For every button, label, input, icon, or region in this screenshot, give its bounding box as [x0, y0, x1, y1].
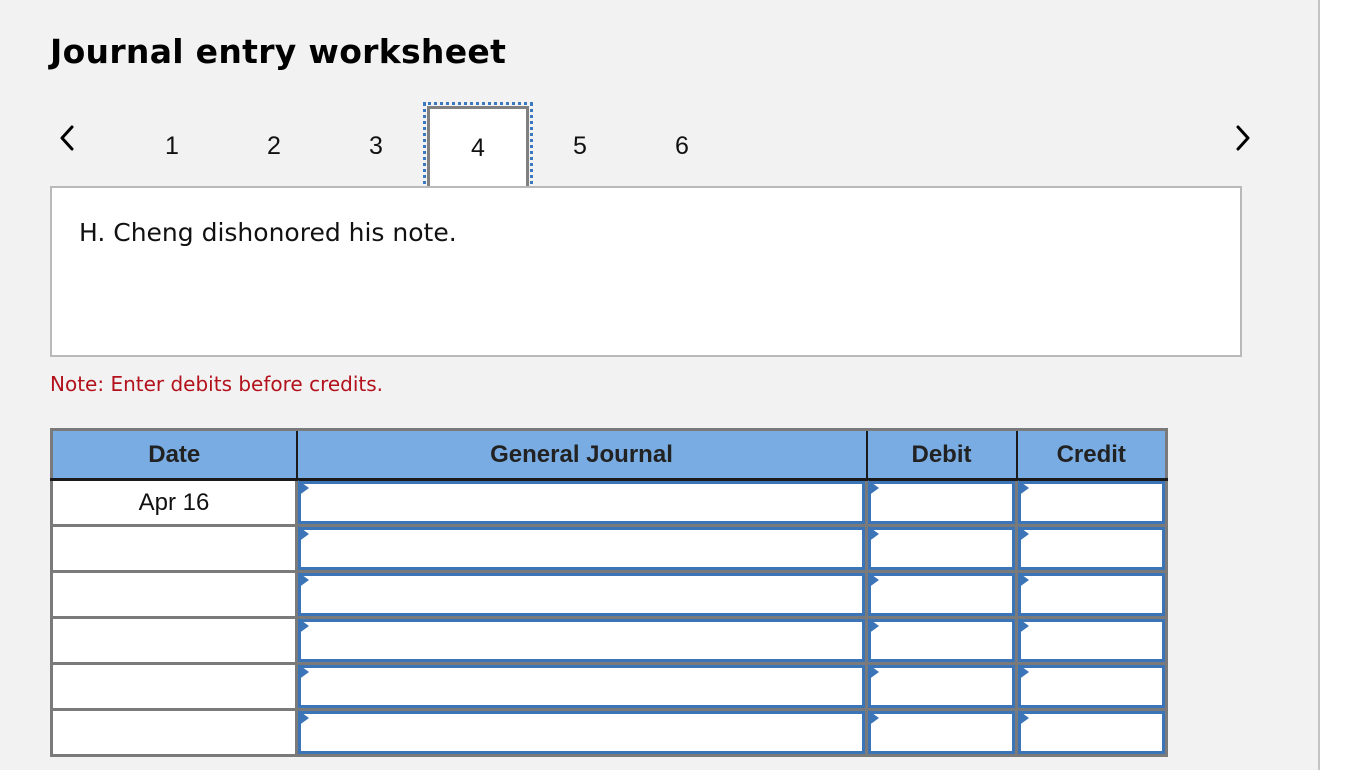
column-header-date: Date — [51, 429, 297, 481]
debit-input[interactable] — [868, 481, 1015, 524]
tab-6[interactable]: 6 — [631, 106, 733, 186]
dropdown-marker-icon — [298, 480, 309, 496]
input-marker-icon — [1018, 710, 1029, 726]
debit-input[interactable] — [868, 711, 1015, 754]
tab-1[interactable]: 1 — [121, 106, 223, 186]
table-header-row: Date General Journal Debit Credit — [51, 429, 1167, 481]
input-marker-icon — [868, 710, 879, 726]
date-cell — [50, 616, 298, 665]
credit-input[interactable] — [1018, 527, 1165, 570]
dropdown-marker-icon — [298, 572, 309, 588]
debit-input[interactable] — [868, 665, 1015, 708]
chevron-left-icon — [60, 125, 74, 151]
credit-input[interactable] — [1018, 573, 1165, 616]
instruction-note: Note: Enter debits before credits. — [50, 372, 384, 396]
worksheet-panel: Journal entry worksheet 1 2 3 4 5 6 H. C… — [0, 0, 1320, 770]
input-marker-icon — [1018, 664, 1029, 680]
transaction-description-box: H. Cheng dishonored his note. — [50, 186, 1242, 357]
input-marker-icon — [1018, 618, 1029, 634]
date-cell — [50, 570, 298, 619]
debit-input[interactable] — [868, 619, 1015, 662]
tab-5[interactable]: 5 — [529, 106, 631, 186]
credit-input[interactable] — [1018, 665, 1165, 708]
column-header-credit: Credit — [1015, 429, 1167, 481]
next-button[interactable] — [1228, 116, 1258, 160]
date-cell: Apr 16 — [50, 478, 298, 527]
table-row — [50, 616, 1168, 665]
tab-2[interactable]: 2 — [223, 106, 325, 186]
dropdown-marker-icon — [298, 526, 309, 542]
input-marker-icon — [868, 480, 879, 496]
account-input[interactable] — [298, 481, 865, 524]
chevron-right-icon — [1236, 125, 1250, 151]
table-row — [50, 708, 1168, 757]
tab-3[interactable]: 3 — [325, 106, 427, 186]
date-cell — [50, 708, 298, 757]
dropdown-marker-icon — [298, 618, 309, 634]
credit-input[interactable] — [1018, 619, 1165, 662]
date-cell — [50, 524, 298, 573]
account-input[interactable] — [298, 619, 865, 662]
debit-input[interactable] — [868, 527, 1015, 570]
input-marker-icon — [1018, 572, 1029, 588]
account-input[interactable] — [298, 665, 865, 708]
input-marker-icon — [868, 526, 879, 542]
input-marker-icon — [1018, 480, 1029, 496]
tab-4[interactable]: 4 — [423, 102, 533, 192]
input-marker-icon — [868, 572, 879, 588]
input-marker-icon — [868, 664, 879, 680]
dropdown-marker-icon — [298, 664, 309, 680]
credit-input[interactable] — [1018, 711, 1165, 754]
credit-input[interactable] — [1018, 481, 1165, 524]
input-marker-icon — [868, 618, 879, 634]
debit-input[interactable] — [868, 573, 1015, 616]
column-header-general-journal: General Journal — [295, 429, 867, 481]
date-cell — [50, 662, 298, 711]
table-row — [50, 524, 1168, 573]
dropdown-marker-icon — [298, 710, 309, 726]
account-input[interactable] — [298, 573, 865, 616]
input-marker-icon — [1018, 526, 1029, 542]
account-input[interactable] — [298, 527, 865, 570]
account-input[interactable] — [298, 711, 865, 754]
table-row — [50, 662, 1168, 711]
previous-button[interactable] — [52, 116, 82, 160]
table-row: Apr 16 — [50, 478, 1168, 527]
table-row — [50, 570, 1168, 619]
column-header-debit: Debit — [865, 429, 1017, 481]
transaction-description: H. Cheng dishonored his note. — [79, 218, 457, 247]
page-title: Journal entry worksheet — [50, 32, 507, 71]
journal-table: Date General Journal Debit Credit Apr 16 — [50, 428, 1168, 757]
